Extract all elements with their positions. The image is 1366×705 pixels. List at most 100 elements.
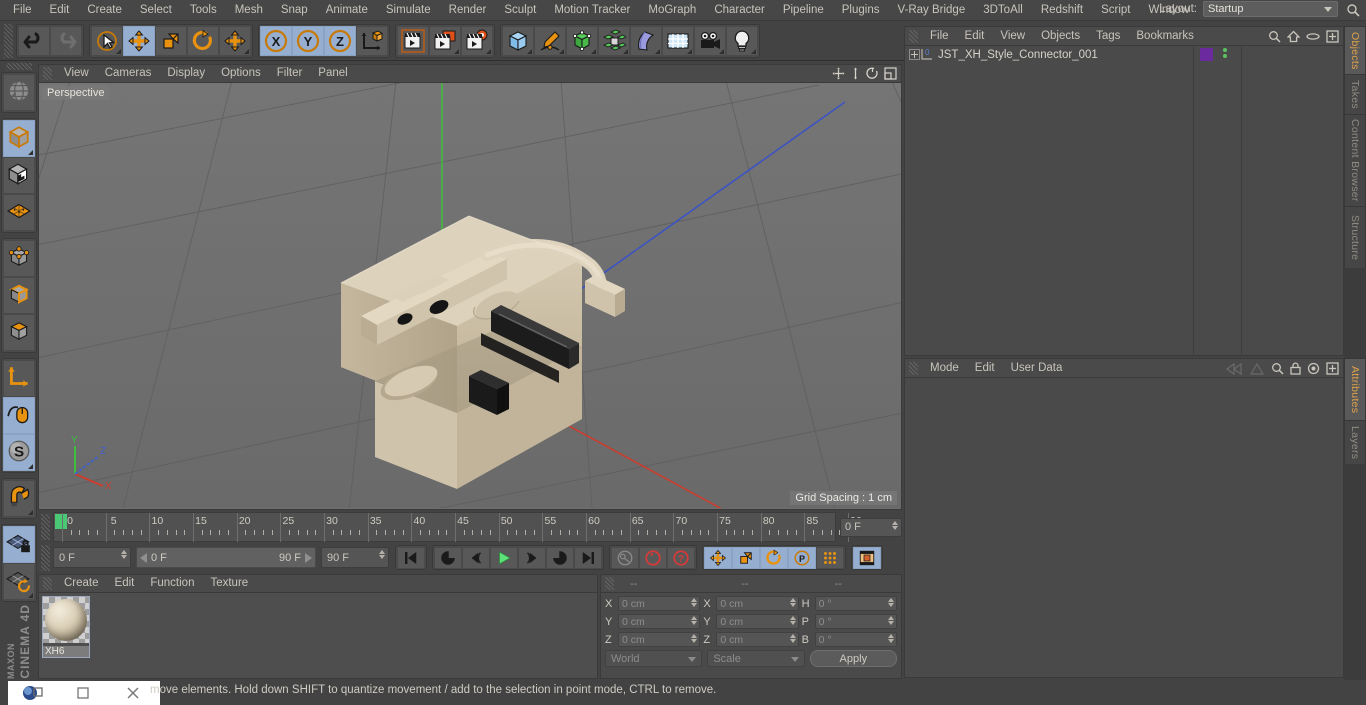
coordinate-field-z[interactable]: 0 cm (716, 632, 798, 647)
app-icon[interactable] (8, 681, 58, 705)
keyframe-selection-button[interactable]: ? (667, 547, 695, 569)
render-to-picture-viewer-button[interactable] (429, 26, 461, 56)
viewport-grip[interactable] (43, 67, 52, 80)
search-icon[interactable] (1271, 362, 1284, 378)
spinner-icon[interactable] (790, 598, 796, 607)
world-object-coordinates[interactable] (356, 26, 388, 56)
parameter-key-toggle[interactable]: P (788, 547, 816, 569)
expand-toggle-icon[interactable] (909, 49, 920, 60)
play-backwards-button[interactable] (434, 547, 462, 569)
object-manager-grip[interactable] (909, 30, 918, 43)
render-view-button[interactable] (397, 26, 429, 56)
next-icon[interactable] (1249, 363, 1265, 378)
coordinate-field-p[interactable]: 0 ° (815, 614, 897, 629)
spinner-icon[interactable] (379, 550, 385, 559)
menu-item-v-ray-bridge[interactable]: V-Ray Bridge (888, 0, 974, 21)
add-light[interactable] (726, 26, 758, 56)
play-forwards-button[interactable] (546, 547, 574, 569)
enable-axis-modification[interactable] (3, 360, 35, 397)
right-tab-objects[interactable]: Objects (1344, 26, 1366, 74)
undo-button[interactable] (18, 26, 50, 56)
next-frame-button[interactable] (518, 547, 546, 569)
combined-transform-tool[interactable] (219, 26, 251, 56)
menu-item-create[interactable]: Create (78, 0, 131, 21)
coordinate-field-y[interactable]: 0 cm (716, 614, 798, 629)
home-icon[interactable] (1287, 30, 1300, 46)
menu-item-plugins[interactable]: Plugins (833, 0, 889, 21)
move-tool[interactable] (123, 26, 155, 56)
redo-button[interactable] (50, 26, 82, 56)
rotation-key-toggle[interactable] (760, 547, 788, 569)
material-list[interactable]: XH6 (38, 593, 598, 679)
lock-icon[interactable] (1290, 362, 1301, 378)
menu-item-redshift[interactable]: Redshift (1032, 0, 1092, 21)
toolbar-grip[interactable] (4, 24, 13, 58)
object-tag-cell[interactable] (1193, 46, 1233, 63)
viewport-menu-options[interactable]: Options (213, 64, 269, 83)
spinner-icon[interactable] (790, 634, 796, 643)
spinner-icon[interactable] (888, 634, 894, 643)
menu-item-snap[interactable]: Snap (272, 0, 317, 21)
add-mograph-object[interactable] (598, 26, 630, 56)
menu-item-tools[interactable]: Tools (181, 0, 226, 21)
workplane-rotate[interactable] (3, 563, 35, 600)
menu-item-select[interactable]: Select (131, 0, 181, 21)
lock-workplane[interactable] (3, 526, 35, 563)
range-left-arrow-icon[interactable] (140, 553, 147, 563)
material-menu-function[interactable]: Function (142, 574, 202, 593)
viewport-canvas[interactable]: Perspective Grid Spacing : 1 cm Y X Z (38, 83, 902, 510)
menu-item-mesh[interactable]: Mesh (226, 0, 272, 21)
coordinate-system-select[interactable]: World (605, 650, 702, 667)
coordinate-field-b[interactable]: 0 ° (815, 632, 897, 647)
viewport-menu-view[interactable]: View (56, 64, 97, 83)
menu-item-render[interactable]: Render (440, 0, 496, 21)
material-menu-create[interactable]: Create (56, 574, 107, 593)
spinner-icon[interactable] (892, 521, 898, 530)
ellipse-icon[interactable] (1306, 30, 1320, 46)
plus-box-icon[interactable] (1326, 30, 1339, 46)
viewport-menu-cameras[interactable]: Cameras (97, 64, 160, 83)
minimize-icon[interactable] (58, 681, 108, 705)
timeline-frame-field[interactable]: 0 F (840, 518, 902, 537)
preview-range-slider[interactable]: 0 F 90 F (136, 547, 316, 568)
render-settings-button[interactable] (461, 26, 493, 56)
left-toolbar-grip[interactable] (6, 63, 32, 70)
coordinate-mode-select[interactable]: Scale (707, 650, 804, 667)
object-menu-view[interactable]: View (992, 26, 1033, 46)
magnet-tool[interactable] (3, 480, 35, 517)
x-axis-lock[interactable]: X (260, 26, 292, 56)
right-tab-attributes[interactable]: Attributes (1344, 358, 1366, 420)
menu-item-script[interactable]: Script (1092, 0, 1139, 21)
material-menu-edit[interactable]: Edit (107, 574, 143, 593)
menu-item-pipeline[interactable]: Pipeline (774, 0, 833, 21)
maximize-icon[interactable] (884, 67, 897, 83)
menu-item-animate[interactable]: Animate (317, 0, 377, 21)
menu-item-mograph[interactable]: MoGraph (639, 0, 705, 21)
point-level-animation-toggle[interactable] (816, 547, 844, 569)
undo-view-button[interactable] (3, 74, 35, 111)
add-generator[interactable] (566, 26, 598, 56)
spinner-icon[interactable] (121, 550, 127, 559)
object-menu-bookmarks[interactable]: Bookmarks (1128, 26, 1202, 46)
material-tag-icon[interactable] (1200, 48, 1213, 61)
rotate-icon[interactable] (866, 67, 879, 83)
add-camera[interactable] (694, 26, 726, 56)
object-tree[interactable]: 0JST_XH_Style_Connector_001 (904, 46, 1344, 356)
scale-key-toggle[interactable] (732, 547, 760, 569)
timeline-track[interactable]: 051015202530354045505560657075808590 (53, 512, 836, 542)
object-menu-edit[interactable]: Edit (957, 26, 993, 46)
object-row[interactable]: 0JST_XH_Style_Connector_001 (905, 46, 1343, 63)
max-frame-field[interactable]: 90 F (321, 547, 389, 568)
go-to-start-button[interactable] (397, 547, 425, 569)
menu-item-character[interactable]: Character (705, 0, 774, 21)
material-item[interactable]: XH6 (43, 597, 89, 657)
object-menu-objects[interactable]: Objects (1033, 26, 1088, 46)
y-axis-lock[interactable]: Y (292, 26, 324, 56)
workplane-mode[interactable] (3, 194, 35, 231)
position-key-toggle[interactable] (704, 547, 732, 569)
menu-item-simulate[interactable]: Simulate (377, 0, 440, 21)
spinner-icon[interactable] (691, 634, 697, 643)
material-menu-texture[interactable]: Texture (202, 574, 256, 593)
object-menu-file[interactable]: File (922, 26, 957, 46)
coordinate-field-h[interactable]: 0 ° (815, 596, 897, 611)
